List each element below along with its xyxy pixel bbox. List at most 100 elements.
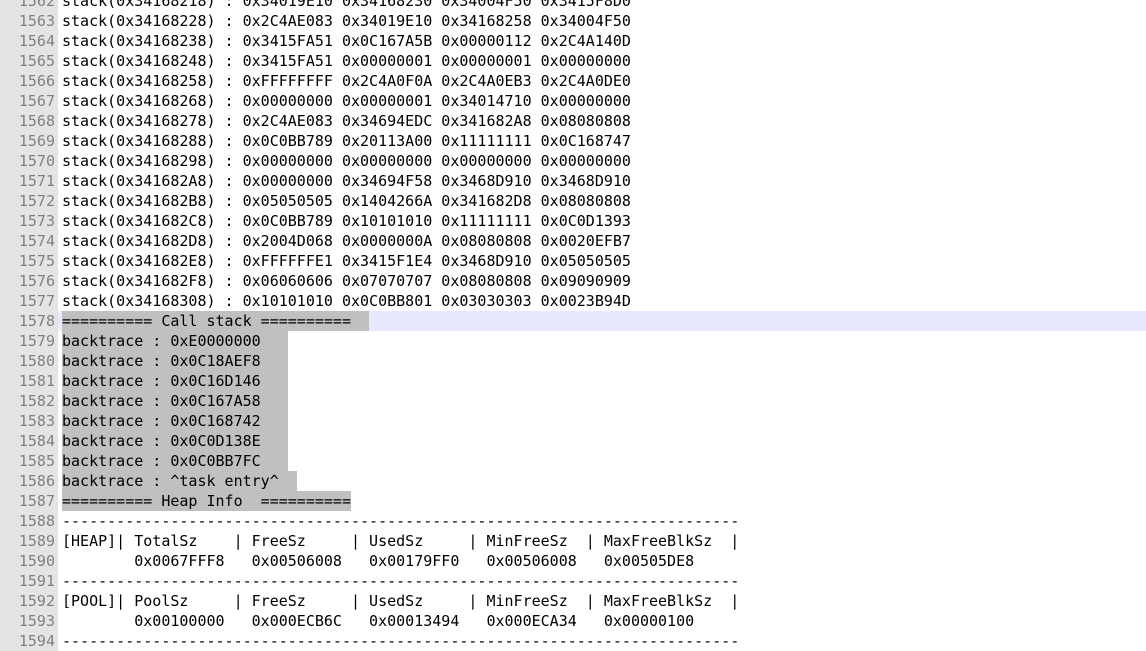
line-number: 1577 [0,291,58,311]
editor-line[interactable]: 1586 backtrace : ^task entry^ [0,471,1146,491]
line-number: 1562 [0,0,58,11]
line-number: 1581 [0,371,58,391]
editor-line[interactable]: 1584 backtrace : 0x0C0D138E [0,431,1146,451]
line-text[interactable]: stack(0x34168298) : 0x00000000 0x0000000… [62,151,631,171]
editor-line[interactable]: 1593 0x00100000 0x000ECB6C 0x00013494 0x… [0,611,1146,631]
line-number: 1564 [0,31,58,51]
editor-line[interactable]: 1582 backtrace : 0x0C167A58 [0,391,1146,411]
selected-line-text[interactable]: backtrace : 0x0C0D138E [62,431,288,451]
line-text[interactable]: stack(0x34168228) : 0x2C4AE083 0x34019E1… [62,11,631,31]
editor-line[interactable]: 1568 stack(0x34168278) : 0x2C4AE083 0x346… [0,111,1146,131]
line-number: 1582 [0,391,58,411]
selected-line-text[interactable]: backtrace : 0x0C168742 [62,411,288,431]
editor-line[interactable]: 1587 ========== Heap Info ========== [0,491,1146,511]
line-number: 1570 [0,151,58,171]
line-number: 1585 [0,451,58,471]
line-text[interactable]: stack(0x341682C8) : 0x0C0BB789 0x1010101… [62,211,631,231]
editor-line[interactable]: 1575 stack(0x341682E8) : 0xFFFFFFE1 0x341… [0,251,1146,271]
line-text[interactable]: stack(0x34168258) : 0xFFFFFFFF 0x2C4A0F0… [62,71,631,91]
line-number: 1580 [0,351,58,371]
line-text[interactable]: stack(0x34168278) : 0x2C4AE083 0x34694ED… [62,111,631,131]
line-number: 1588 [0,511,58,531]
line-text[interactable]: ----------------------------------------… [62,631,739,651]
line-text[interactable]: stack(0x34168268) : 0x00000000 0x0000000… [62,91,631,111]
line-number: 1589 [0,531,58,551]
line-number: 1568 [0,111,58,131]
editor-line[interactable]: 1571 stack(0x341682A8) : 0x00000000 0x346… [0,171,1146,191]
line-text[interactable]: stack(0x341682B8) : 0x05050505 0x1404266… [62,191,631,211]
editor-line[interactable]: 1581 backtrace : 0x0C16D146 [0,371,1146,391]
line-text[interactable]: stack(0x341682D8) : 0x2004D068 0x0000000… [62,231,631,251]
line-text[interactable]: stack(0x34168248) : 0x3415FA51 0x0000000… [62,51,631,71]
line-text[interactable]: [HEAP]| TotalSz | FreeSz | UsedSz | MinF… [62,531,739,551]
line-number: 1572 [0,191,58,211]
editor-line[interactable]: 1573 stack(0x341682C8) : 0x0C0BB789 0x101… [0,211,1146,231]
editor-line[interactable]: 1578 ========== Call stack ========== [0,311,1146,331]
line-number: 1583 [0,411,58,431]
editor-line[interactable]: 1589 [HEAP]| TotalSz | FreeSz | UsedSz | … [0,531,1146,551]
editor-line[interactable]: 1591 ------------------------------------… [0,571,1146,591]
editor-line[interactable]: 1592 [POOL]| PoolSz | FreeSz | UsedSz | M… [0,591,1146,611]
editor-line[interactable]: 1567 stack(0x34168268) : 0x00000000 0x000… [0,91,1146,111]
line-number: 1592 [0,591,58,611]
editor-line[interactable]: 1579 backtrace : 0xE0000000 [0,331,1146,351]
line-text[interactable]: stack(0x341682A8) : 0x00000000 0x34694F5… [62,171,631,191]
selected-line-text[interactable]: backtrace : ^task entry^ [62,471,297,491]
line-number: 1579 [0,331,58,351]
editor-line[interactable]: 1565 stack(0x34168248) : 0x3415FA51 0x000… [0,51,1146,71]
selected-line-text[interactable]: ========== Call stack ========== [62,311,370,331]
line-text[interactable]: 0x0067FFF8 0x00506008 0x00179FF0 0x00506… [62,551,694,571]
line-number: 1567 [0,91,58,111]
line-text[interactable]: stack(0x34168308) : 0x10101010 0x0C0BB80… [62,291,631,311]
editor-line[interactable]: 1570 stack(0x34168298) : 0x00000000 0x000… [0,151,1146,171]
line-text[interactable]: stack(0x341682F8) : 0x06060606 0x0707070… [62,271,631,291]
line-number: 1591 [0,571,58,591]
editor-line[interactable]: 1569 stack(0x34168288) : 0x0C0BB789 0x201… [0,131,1146,151]
editor-line[interactable]: 1566 stack(0x34168258) : 0xFFFFFFFF 0x2C4… [0,71,1146,91]
line-text[interactable]: ----------------------------------------… [62,511,739,531]
editor-line[interactable]: 1563 stack(0x34168228) : 0x2C4AE083 0x340… [0,11,1146,31]
selected-line-text[interactable]: backtrace : 0x0C16D146 [62,371,288,391]
editor-line[interactable]: 1564 stack(0x34168238) : 0x3415FA51 0x0C1… [0,31,1146,51]
editor-line[interactable]: 1572 stack(0x341682B8) : 0x05050505 0x140… [0,191,1146,211]
line-number: 1578 [0,311,58,331]
line-number: 1565 [0,51,58,71]
line-number: 1566 [0,71,58,91]
line-number: 1574 [0,231,58,251]
line-number: 1569 [0,131,58,151]
line-number: 1584 [0,431,58,451]
line-number: 1593 [0,611,58,631]
line-number: 1573 [0,211,58,231]
line-text[interactable]: ----------------------------------------… [62,571,739,591]
editor-line[interactable]: 1583 backtrace : 0x0C168742 [0,411,1146,431]
selected-line-text[interactable]: backtrace : 0xE0000000 [62,331,288,351]
editor-line[interactable]: 1576 stack(0x341682F8) : 0x06060606 0x070… [0,271,1146,291]
selected-line-text[interactable]: ========== Heap Info ========== [62,491,351,511]
editor-line[interactable]: 1585 backtrace : 0x0C0BB7FC [0,451,1146,471]
editor-line[interactable]: 1580 backtrace : 0x0C18AEF8 [0,351,1146,371]
line-text[interactable]: 0x00100000 0x000ECB6C 0x00013494 0x000EC… [62,611,694,631]
selected-line-text[interactable]: backtrace : 0x0C167A58 [62,391,288,411]
line-text[interactable]: stack(0x34168288) : 0x0C0BB789 0x20113A0… [62,131,631,151]
editor-line[interactable]: 1588 ------------------------------------… [0,511,1146,531]
line-number: 1571 [0,171,58,191]
line-number: 1590 [0,551,58,571]
line-number: 1575 [0,251,58,271]
line-number: 1587 [0,491,58,511]
editor-line[interactable]: 1594 ------------------------------------… [0,631,1146,651]
line-text[interactable]: stack(0x341682E8) : 0xFFFFFFE1 0x3415F1E… [62,251,631,271]
line-number: 1563 [0,11,58,31]
selected-line-text[interactable]: backtrace : 0x0C0BB7FC [62,451,288,471]
editor-line[interactable]: 1590 0x0067FFF8 0x00506008 0x00179FF0 0x… [0,551,1146,571]
selected-line-text[interactable]: backtrace : 0x0C18AEF8 [62,351,288,371]
editor-line[interactable]: 1577 stack(0x34168308) : 0x10101010 0x0C0… [0,291,1146,311]
line-number: 1594 [0,631,58,651]
editor-line[interactable]: 1562 stack(0x34168218) : 0x34019E10 0x341… [0,0,1146,11]
line-number: 1586 [0,471,58,491]
line-text[interactable]: [POOL]| PoolSz | FreeSz | UsedSz | MinFr… [62,591,739,611]
editor-lines[interactable]: 1562 stack(0x34168218) : 0x34019E10 0x341… [0,0,1146,651]
line-text[interactable]: stack(0x34168238) : 0x3415FA51 0x0C167A5… [62,31,631,51]
line-text[interactable]: stack(0x34168218) : 0x34019E10 0x3416823… [62,0,631,11]
editor-line[interactable]: 1574 stack(0x341682D8) : 0x2004D068 0x000… [0,231,1146,251]
text-editor[interactable]: 1562 stack(0x34168218) : 0x34019E10 0x341… [0,0,1146,651]
